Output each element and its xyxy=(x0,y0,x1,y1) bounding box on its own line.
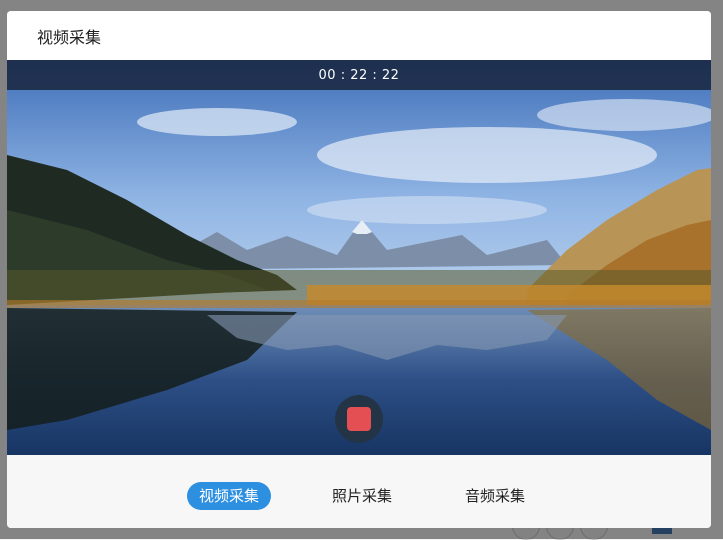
video-capture-modal: 视频采集 00: 22: 22 视频采集 照片采集 音频采集 xyxy=(7,11,711,528)
capture-mode-tabs: 视频采集 照片采集 音频采集 xyxy=(7,455,711,528)
modal-title: 视频采集 xyxy=(37,27,102,47)
tab-audio-capture[interactable]: 音频采集 xyxy=(453,482,537,510)
tab-photo-capture[interactable]: 照片采集 xyxy=(320,482,404,510)
stop-icon xyxy=(347,407,371,431)
modal-header: 视频采集 xyxy=(7,11,711,60)
tab-video-capture[interactable]: 视频采集 xyxy=(187,482,271,510)
recording-timer: 00 : 22 : 22 xyxy=(7,60,711,90)
video-preview: 00 : 22 : 22 xyxy=(7,60,711,455)
stop-record-button[interactable] xyxy=(335,395,383,443)
